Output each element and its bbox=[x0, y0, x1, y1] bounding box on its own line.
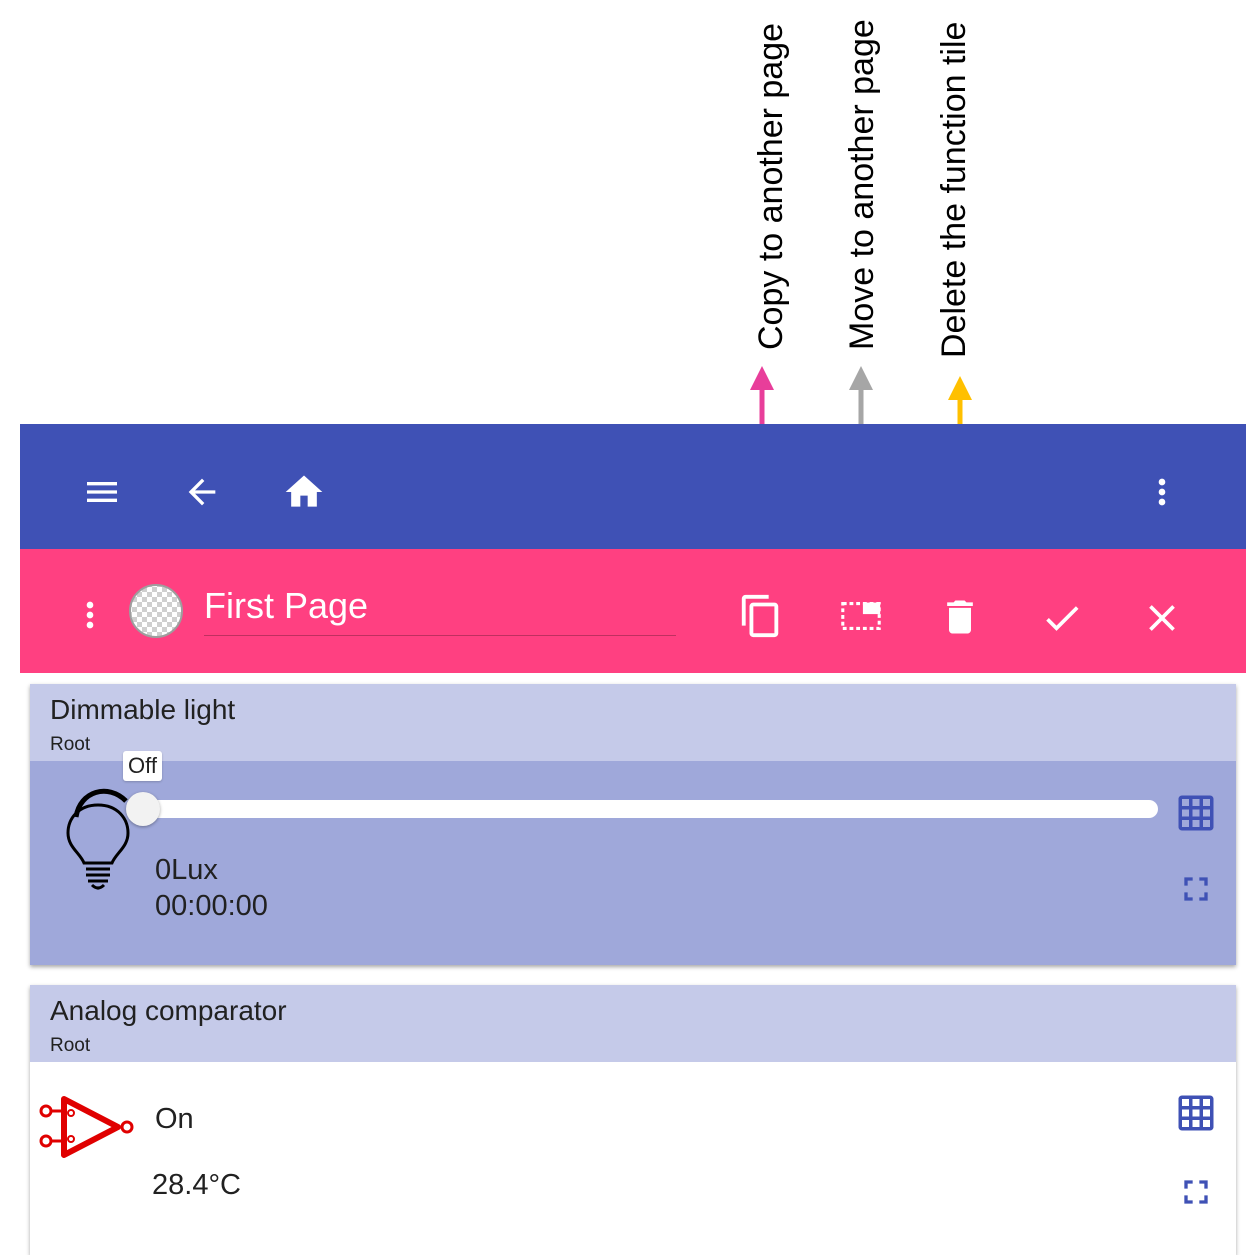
comparator-icon[interactable] bbox=[36, 1089, 136, 1169]
close-icon[interactable] bbox=[1140, 596, 1184, 640]
page-title-input[interactable]: First Page bbox=[204, 581, 676, 636]
grid-icon[interactable] bbox=[1175, 1092, 1217, 1134]
more-vert-icon[interactable] bbox=[1142, 472, 1182, 512]
delete-icon[interactable] bbox=[938, 595, 982, 639]
edit-toolbar: First Page bbox=[20, 549, 1246, 673]
grid-icon[interactable] bbox=[1175, 792, 1217, 834]
lux-value: 0Lux bbox=[155, 854, 218, 886]
slider-tooltip-text: Off bbox=[128, 753, 157, 778]
comparator-state: On bbox=[155, 1103, 194, 1135]
tile-subtitle: Root bbox=[50, 1035, 91, 1056]
page-title: First Page bbox=[204, 585, 369, 626]
dimmer-slider-track[interactable] bbox=[142, 800, 1158, 818]
slider-tooltip: Off bbox=[123, 751, 162, 781]
page-avatar-icon[interactable] bbox=[127, 582, 185, 640]
tile-dimmable-light[interactable]: Dimmable light Root Off 0Lux 00:00:00 bbox=[30, 684, 1236, 965]
tile-title: Analog comparator bbox=[50, 995, 287, 1026]
fullscreen-icon[interactable] bbox=[1176, 869, 1216, 909]
check-icon[interactable] bbox=[1040, 596, 1084, 640]
menu-icon[interactable] bbox=[82, 472, 122, 512]
fullscreen-icon[interactable] bbox=[1176, 1172, 1216, 1212]
app-bar bbox=[20, 424, 1246, 549]
tile-body: On 28.4°C bbox=[30, 1062, 1236, 1255]
dimmer-slider-thumb[interactable] bbox=[126, 792, 160, 826]
tile-title: Dimmable light bbox=[50, 694, 236, 725]
move-icon[interactable] bbox=[838, 593, 884, 639]
tile-analog-comparator[interactable]: Analog comparator Root On 28.4°C bbox=[30, 985, 1236, 1255]
time-value: 00:00:00 bbox=[155, 890, 268, 922]
temperature-value: 28.4°C bbox=[152, 1169, 241, 1201]
home-icon[interactable] bbox=[282, 470, 326, 514]
tile-body: Off 0Lux 00:00:00 bbox=[30, 751, 1236, 965]
toolbar-more-vert-icon[interactable] bbox=[70, 595, 110, 635]
tile-subtitle: Root bbox=[50, 734, 91, 755]
bulb-icon[interactable] bbox=[48, 775, 148, 895]
arrow-back-icon[interactable] bbox=[182, 472, 222, 512]
copy-icon[interactable] bbox=[738, 593, 784, 639]
